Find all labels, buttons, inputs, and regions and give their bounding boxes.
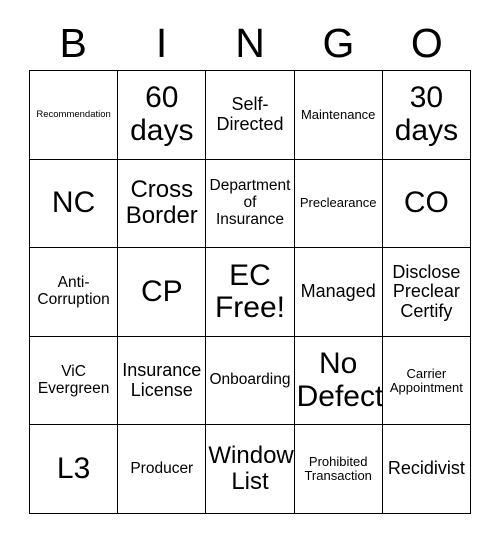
bingo-cell-label: Disclose Preclear Certify <box>392 261 461 321</box>
bingo-cell-label: 30 days <box>394 81 459 147</box>
bingo-cell-r2c1[interactable]: NC <box>30 159 119 249</box>
bingo-grid: Recommendation 60 days Self- Directed Ma… <box>29 70 471 514</box>
bingo-cell-r2c2[interactable]: Cross Border <box>118 159 207 249</box>
bingo-header-letter-g: G <box>322 20 355 66</box>
bingo-header-row: B I N G O <box>29 17 471 70</box>
bingo-cell-r1c5[interactable]: 30 days <box>382 71 471 160</box>
bingo-cell-label: Recidivist <box>387 458 465 479</box>
bingo-cell-label: Maintenance <box>300 106 376 122</box>
bingo-cell-r1c4[interactable]: Maintenance <box>294 71 383 160</box>
bingo-cell-label: No Defect <box>296 347 383 413</box>
bingo-cell-r5c5[interactable]: Recidivist <box>382 425 471 514</box>
bingo-cell-label: Preclearance <box>299 195 377 211</box>
bingo-cell-label: EC Free! <box>214 258 285 324</box>
bingo-cell-r5c1[interactable]: L3 <box>30 425 119 514</box>
bingo-cell-label: Producer <box>130 459 194 477</box>
bingo-cell-label: Carrier Appointment <box>389 365 463 395</box>
bingo-header-letter-b: B <box>59 20 87 66</box>
bingo-cell-label: CO <box>403 186 449 220</box>
bingo-cell-label: 60 days <box>130 81 194 147</box>
bingo-cell-label: L3 <box>56 451 91 485</box>
bingo-cell-free-space[interactable]: EC Free! <box>206 248 295 337</box>
bingo-cell-r5c3[interactable]: Window List <box>206 425 295 514</box>
bingo-cell-r1c2[interactable]: 60 days <box>118 71 207 160</box>
bingo-cell-r3c2[interactable]: CP <box>118 248 207 337</box>
bingo-cell-r5c2[interactable]: Producer <box>118 425 207 514</box>
bingo-header-letter-n: N <box>235 20 265 66</box>
bingo-cell-r3c5[interactable]: Disclose Preclear Certify <box>382 248 471 337</box>
bingo-cell-r5c4[interactable]: Prohibited Transaction <box>294 425 383 514</box>
bingo-cell-r2c3[interactable]: Department of Insurance <box>206 159 295 249</box>
bingo-cell-r4c1[interactable]: ViC Evergreen <box>30 336 119 426</box>
bingo-cell-r1c1[interactable]: Recommendation <box>30 71 119 160</box>
bingo-cell-r4c3[interactable]: Onboarding <box>206 336 295 426</box>
bingo-cell-label: CP <box>140 274 183 308</box>
bingo-cell-label: Window List <box>208 442 294 496</box>
bingo-cell-label: Onboarding <box>209 371 291 389</box>
bingo-cell-r1c3[interactable]: Self- Directed <box>206 71 295 160</box>
bingo-cell-r4c4[interactable]: No Defect <box>294 336 383 426</box>
bingo-cell-label: NC <box>51 186 96 220</box>
bingo-cell-label: ViC Evergreen <box>37 362 110 397</box>
bingo-header-letter-o: O <box>410 20 443 66</box>
bingo-cell-label: Anti- Corruption <box>37 274 110 308</box>
bingo-cell-label: Recommendation <box>36 108 111 120</box>
bingo-cell-label: Insurance License <box>122 360 202 400</box>
bingo-cell-r3c4[interactable]: Managed <box>294 248 383 337</box>
bingo-cell-label: Managed <box>300 281 376 302</box>
bingo-cell-r3c1[interactable]: Anti- Corruption <box>30 248 119 337</box>
bingo-header-letter-i: I <box>155 20 168 66</box>
bingo-cell-r4c2[interactable]: Insurance License <box>118 336 207 426</box>
bingo-card: B I N G O Recommendation 60 days Self- D… <box>0 0 500 544</box>
bingo-cell-r2c5[interactable]: CO <box>382 159 471 249</box>
bingo-cell-r2c4[interactable]: Preclearance <box>294 159 383 249</box>
bingo-cell-label: Department of Insurance <box>209 177 291 228</box>
bingo-cell-label: Cross Border <box>125 176 198 230</box>
bingo-cell-label: Self- Directed <box>216 94 284 134</box>
bingo-cell-label: Prohibited Transaction <box>304 454 372 484</box>
bingo-cell-r4c5[interactable]: Carrier Appointment <box>382 336 471 426</box>
